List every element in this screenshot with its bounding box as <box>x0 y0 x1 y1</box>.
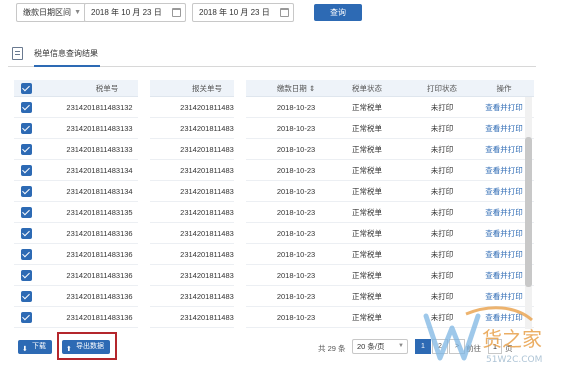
cell-pay-date: 2018-10-23 <box>276 229 316 238</box>
cell-print-status: 未打印 <box>430 229 454 238</box>
cell-print-status: 未打印 <box>430 271 454 280</box>
cell-tax-no: 2314201811483135 <box>66 208 133 217</box>
table-row: 2314201811483132 2314201811483 2018-10-23 正… <box>14 97 534 118</box>
cell-print-status: 未打印 <box>430 187 454 196</box>
export-highlight-box <box>57 332 117 360</box>
download-icon: ⬇ <box>22 346 28 353</box>
cell-tax-no: 2314201811483132 <box>66 103 133 112</box>
cell-pay-date: 2018-10-23 <box>276 145 316 154</box>
cell-print-status: 未打印 <box>430 103 454 112</box>
download-button[interactable]: ⬇ 下载 <box>18 340 52 354</box>
date-to-input[interactable]: 2018 年 10 月 23 日 <box>192 3 294 22</box>
table-header: 税单号 报关单号 缴款日期 ⇕ 税单状态 打印状态 操作 <box>14 80 534 97</box>
result-tab-bar: 税单信息查询结果 <box>8 41 536 67</box>
table-row: 2314201811483136 2314201811483 2018-10-23 正… <box>14 223 534 244</box>
table-row: 2314201811483136 2314201811483 2018-10-23 正… <box>14 244 534 265</box>
cell-tax-no: 2314201811483134 <box>66 166 133 175</box>
row-checkbox[interactable] <box>21 228 32 239</box>
col-pay-date[interactable]: 缴款日期 ⇕ <box>256 80 336 97</box>
table-row: 2314201811483135 2314201811483 2018-10-23 正… <box>14 202 534 223</box>
cell-pay-date: 2018-10-23 <box>276 292 316 301</box>
cell-print-status: 未打印 <box>430 166 454 175</box>
date-from-value: 2018 年 10 月 23 日 <box>91 8 162 17</box>
row-checkbox[interactable] <box>21 312 32 323</box>
row-checkbox[interactable] <box>21 270 32 281</box>
column-gap <box>234 80 246 330</box>
row-checkbox[interactable] <box>21 249 32 260</box>
download-label: 下载 <box>32 343 46 350</box>
calendar-icon[interactable] <box>280 8 289 17</box>
cell-tax-status: 正常税单 <box>352 271 382 280</box>
cell-tax-status: 正常税单 <box>352 250 382 259</box>
cell-pay-date: 2018-10-23 <box>276 124 316 133</box>
select-all-checkbox[interactable] <box>21 83 32 94</box>
cell-tax-status: 正常税单 <box>352 103 382 112</box>
cell-tax-no: 2314201811483133 <box>66 145 133 154</box>
chevron-down-icon: ▼ <box>398 343 404 349</box>
date-to-value: 2018 年 10 月 23 日 <box>199 8 270 17</box>
cell-tax-no: 2314201811483133 <box>66 124 133 133</box>
chevron-down-icon: ▼ <box>74 9 81 16</box>
cell-print-status: 未打印 <box>430 250 454 259</box>
cell-pay-date: 2018-10-23 <box>276 250 316 259</box>
scrollbar-thumb[interactable] <box>525 137 532 287</box>
row-checkbox[interactable] <box>21 123 32 134</box>
cell-tax-no: 2314201811483136 <box>66 229 133 238</box>
table-row: 2314201811483133 2314201811483 2018-10-23 正… <box>14 139 534 160</box>
document-icon <box>12 47 23 60</box>
cell-tax-status: 正常税单 <box>352 124 382 133</box>
page-size-value: 20 条/页 <box>357 342 385 351</box>
watermark-url: 51W2C.COM <box>486 355 542 365</box>
cell-tax-no: 2314201811483136 <box>66 292 133 301</box>
cell-print-status: 未打印 <box>430 208 454 217</box>
date-range-type-value: 缴款日期区间 <box>23 8 71 17</box>
col-print-status: 打印状态 <box>427 84 457 93</box>
column-gap <box>138 80 150 330</box>
watermark-brand: 货之家 <box>482 327 542 351</box>
page-size-select[interactable]: 20 条/页 ▼ <box>352 339 408 354</box>
cell-pay-date: 2018-10-23 <box>276 208 316 217</box>
cell-print-status: 未打印 <box>430 124 454 133</box>
results-table: 税单号 报关单号 缴款日期 ⇕ 税单状态 打印状态 操作 23142018114… <box>14 80 534 330</box>
cell-tax-status: 正常税单 <box>352 208 382 217</box>
cell-pay-date: 2018-10-23 <box>276 187 316 196</box>
cell-tax-status: 正常税单 <box>352 292 382 301</box>
col-tax-status: 税单状态 <box>352 84 382 93</box>
pager-total: 共 29 条 <box>318 344 346 353</box>
tab-tax-results[interactable]: 税单信息查询结果 <box>34 48 98 59</box>
calendar-icon[interactable] <box>172 8 181 17</box>
tab-active-indicator <box>34 65 100 67</box>
table-row: 2314201811483134 2314201811483 2018-10-23 正… <box>14 181 534 202</box>
cell-tax-no: 2314201811483136 <box>66 313 133 322</box>
table-row: 2314201811483133 2314201811483 2018-10-23 正… <box>14 118 534 139</box>
cell-pay-date: 2018-10-23 <box>276 313 316 322</box>
filter-bar: 缴款日期区间 ▼ 2018 年 10 月 23 日 2018 年 10 月 23… <box>8 3 556 23</box>
row-checkbox[interactable] <box>21 207 32 218</box>
cell-tax-no: 2314201811483134 <box>66 187 133 196</box>
col-action: 操作 <box>496 84 512 93</box>
date-from-input[interactable]: 2018 年 10 月 23 日 <box>84 3 186 22</box>
cell-tax-status: 正常税单 <box>352 166 382 175</box>
cell-print-status: 未打印 <box>430 145 454 154</box>
row-checkbox[interactable] <box>21 186 32 197</box>
cell-tax-no: 2314201811483136 <box>66 250 133 259</box>
cell-pay-date: 2018-10-23 <box>276 271 316 280</box>
cell-pay-date: 2018-10-23 <box>276 166 316 175</box>
query-button[interactable]: 查询 <box>314 4 362 21</box>
row-checkbox[interactable] <box>21 165 32 176</box>
cell-pay-date: 2018-10-23 <box>276 103 316 112</box>
row-checkbox[interactable] <box>21 144 32 155</box>
row-checkbox[interactable] <box>21 291 32 302</box>
row-checkbox[interactable] <box>21 102 32 113</box>
cell-tax-no: 2314201811483136 <box>66 271 133 280</box>
cell-tax-status: 正常税单 <box>352 229 382 238</box>
watermark-logo: 货之家 51W2C.COM <box>423 306 542 365</box>
table-row: 2314201811483134 2314201811483 2018-10-23 正… <box>14 160 534 181</box>
cell-tax-status: 正常税单 <box>352 145 382 154</box>
cell-tax-status: 正常税单 <box>352 187 382 196</box>
cell-tax-status: 正常税单 <box>352 313 382 322</box>
date-range-type-select[interactable]: 缴款日期区间 ▼ <box>16 3 86 22</box>
table-row: 2314201811483136 2314201811483 2018-10-23 正… <box>14 265 534 286</box>
table-scrollbar[interactable] <box>525 97 532 329</box>
